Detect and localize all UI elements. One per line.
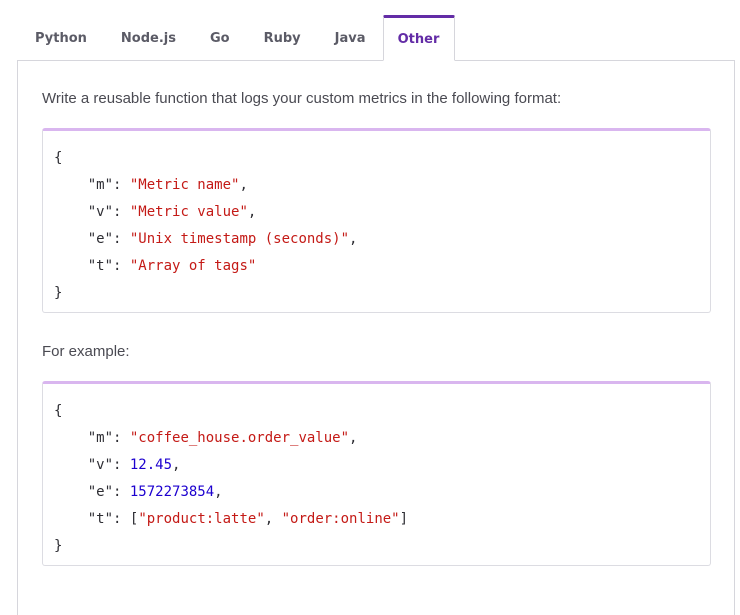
code-string: "product:latte": [138, 511, 265, 527]
code-number: 12.45: [129, 457, 173, 473]
code-key: "m": [87, 430, 114, 446]
code-open-brace: {: [54, 150, 63, 166]
code-key: "v": [87, 204, 114, 220]
code-key: "t": [87, 511, 114, 527]
code-string: "Metric name": [129, 177, 240, 193]
code-key: "e": [87, 231, 114, 247]
format-code: { "m": "Metric name", "v": "Metric value…: [54, 150, 358, 301]
code-string: "coffee_house.order_value": [129, 430, 350, 446]
code-open-brace: {: [54, 403, 63, 419]
code-punct: ,: [247, 204, 257, 220]
tab-nodejs[interactable]: Node.js: [104, 15, 193, 61]
tab-other[interactable]: Other: [382, 15, 455, 61]
tab-java[interactable]: Java: [318, 15, 383, 61]
tab-python[interactable]: Python: [18, 15, 104, 61]
custom-metrics-instructions: Python Node.js Go Ruby Java Other Write …: [0, 0, 740, 615]
example-label: For example:: [42, 343, 130, 360]
example-code-block: { "m": "coffee_house.order_value", "v": …: [42, 381, 711, 566]
code-key: "v": [87, 457, 114, 473]
example-code: { "m": "coffee_house.order_value", "v": …: [54, 403, 409, 554]
code-string: "order:online": [281, 511, 400, 527]
code-key: "e": [87, 484, 114, 500]
code-close-brace: }: [54, 538, 63, 554]
code-punct: ,: [349, 231, 358, 247]
code-string: "Array of tags": [129, 258, 257, 274]
tab-panel-other: Write a reusable function that logs your…: [17, 60, 735, 615]
format-code-block: { "m": "Metric name", "v": "Metric value…: [42, 128, 711, 313]
code-string: "Unix timestamp (seconds)": [129, 231, 350, 247]
code-key: "t": [87, 258, 114, 274]
code-number: 1572273854: [129, 484, 215, 500]
code-close-brace: }: [54, 285, 63, 301]
language-tabs: Python Node.js Go Ruby Java Other: [18, 15, 455, 61]
code-string: "Metric value": [129, 204, 248, 220]
intro-text: Write a reusable function that logs your…: [42, 90, 562, 107]
tab-ruby[interactable]: Ruby: [247, 15, 318, 61]
tab-go[interactable]: Go: [193, 15, 247, 61]
code-punct: ,: [239, 177, 248, 193]
code-key: "m": [87, 177, 114, 193]
